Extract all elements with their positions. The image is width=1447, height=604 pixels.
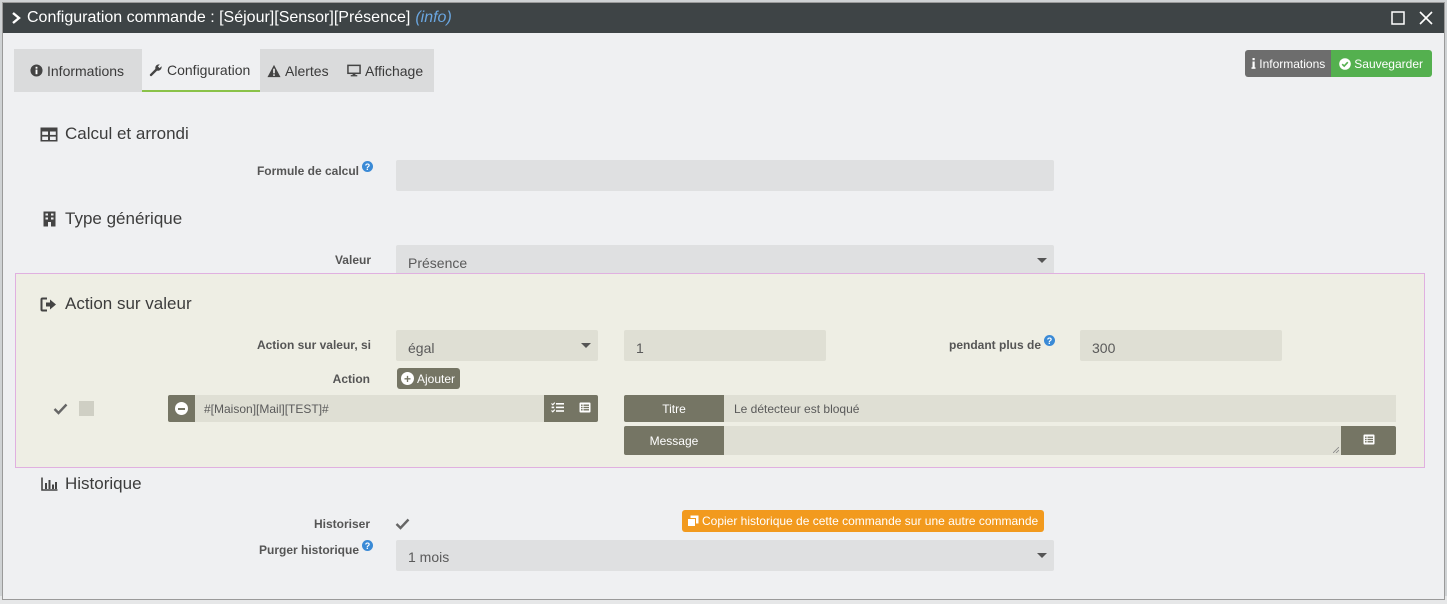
formula-label-wrap: Formule de calcul? bbox=[213, 161, 373, 178]
section-generic-type: Type générique bbox=[40, 209, 182, 229]
historiser-checkbox[interactable] bbox=[395, 516, 410, 531]
message-addon: Message bbox=[624, 426, 724, 455]
section-title: Action sur valeur bbox=[65, 294, 192, 313]
purge-label-wrap: Purger historique? bbox=[213, 540, 373, 557]
section-action: Action sur valeur bbox=[40, 294, 192, 314]
copy-history-label: Copier historique de cette commande sur … bbox=[702, 514, 1039, 528]
section-title: Historique bbox=[65, 474, 142, 493]
action-command-group: #[Maison][Mail][TEST]# bbox=[168, 395, 598, 422]
operator-selected: égal bbox=[408, 339, 435, 356]
duration-input[interactable]: 300 bbox=[1080, 330, 1282, 361]
tab-label: Informations bbox=[47, 62, 125, 79]
help-icon[interactable]: ? bbox=[362, 161, 373, 172]
add-action-button[interactable]: + Ajouter bbox=[397, 368, 461, 389]
select-command-button[interactable] bbox=[571, 395, 598, 422]
list-alt-icon bbox=[579, 400, 591, 418]
warning-icon bbox=[267, 64, 281, 78]
tab-informations[interactable]: Informations bbox=[14, 49, 142, 92]
wrench-icon bbox=[149, 63, 163, 77]
purge-label: Purger historique bbox=[258, 543, 359, 557]
save-button-label: Sauvegarder bbox=[1354, 56, 1423, 71]
chevron-right-icon[interactable] bbox=[9, 11, 23, 25]
tasks-icon bbox=[551, 400, 564, 418]
check-circle-icon bbox=[1339, 57, 1352, 70]
titre-input[interactable]: Le détecteur est bloqué bbox=[724, 395, 1396, 422]
message-textarea[interactable] bbox=[724, 426, 1341, 455]
section-title: Calcul et arrondi bbox=[65, 124, 189, 143]
copy-history-button[interactable]: Copier historique de cette commande sur … bbox=[682, 510, 1045, 532]
action-enabled-checkbox[interactable] bbox=[53, 401, 68, 416]
action-parallel-checkbox[interactable] bbox=[79, 401, 94, 416]
condition-label: Action sur valeur, si bbox=[256, 338, 371, 352]
select-action-button[interactable] bbox=[544, 395, 571, 422]
close-icon[interactable] bbox=[1418, 10, 1434, 26]
generic-type-select[interactable]: Présence bbox=[396, 245, 1054, 276]
tab-affichage[interactable]: Affichage bbox=[340, 49, 434, 92]
generic-type-selected: Présence bbox=[408, 254, 468, 271]
add-action-label: Ajouter bbox=[417, 371, 456, 386]
copy-icon bbox=[687, 515, 699, 527]
desktop-icon bbox=[347, 64, 361, 78]
operator-select[interactable]: égal bbox=[396, 330, 598, 361]
bar-chart-icon bbox=[40, 476, 58, 492]
save-button[interactable]: Sauvegarder bbox=[1331, 50, 1432, 77]
help-icon[interactable]: ? bbox=[1044, 335, 1055, 346]
section-calcul: Calcul et arrondi bbox=[40, 124, 189, 144]
dialog-title-type: (info) bbox=[415, 9, 452, 26]
value-label: Valeur bbox=[334, 253, 371, 267]
dialog-titlebar: Configuration commande : [Séjour][Sensor… bbox=[3, 3, 1444, 33]
tab-label: Configuration bbox=[167, 61, 251, 78]
top-action-buttons: Informations Sauvegarder bbox=[1245, 50, 1432, 77]
section-title: Type générique bbox=[65, 209, 183, 228]
resize-handle-icon bbox=[1333, 447, 1339, 453]
formula-label: Formule de calcul bbox=[256, 164, 359, 178]
informations-button[interactable]: Informations bbox=[1245, 50, 1332, 77]
info-circle-icon bbox=[29, 64, 43, 78]
sign-out-icon bbox=[40, 296, 58, 312]
tab-bar: Informations Configuration Alertes Affic… bbox=[14, 49, 434, 92]
action-command-input[interactable]: #[Maison][Mail][TEST]# bbox=[195, 395, 544, 422]
help-icon[interactable]: ? bbox=[362, 540, 373, 551]
caret-down-icon bbox=[581, 342, 591, 348]
info-icon bbox=[1251, 58, 1256, 69]
maximize-icon[interactable] bbox=[1390, 10, 1406, 26]
action-label: Action bbox=[332, 372, 370, 386]
duration-value: 300 bbox=[1092, 339, 1116, 356]
condition-value-input[interactable]: 1 bbox=[624, 330, 826, 361]
purge-select[interactable]: 1 mois bbox=[396, 540, 1054, 571]
tab-alertes[interactable]: Alertes bbox=[260, 49, 340, 92]
message-list-button[interactable] bbox=[1341, 426, 1396, 455]
historiser-label: Historiser bbox=[313, 517, 370, 531]
caret-down-icon bbox=[1037, 257, 1047, 263]
list-alt-icon bbox=[1363, 434, 1375, 448]
titre-addon: Titre bbox=[624, 395, 724, 422]
purge-selected: 1 mois bbox=[408, 548, 450, 565]
minus-circle-icon bbox=[175, 402, 188, 415]
section-history: Historique bbox=[40, 474, 142, 494]
table-icon bbox=[40, 126, 58, 142]
command-config-dialog: Configuration commande : [Séjour][Sensor… bbox=[2, 2, 1445, 600]
formula-input[interactable] bbox=[396, 160, 1054, 191]
duration-label-wrap: pendant plus de? bbox=[883, 335, 1055, 352]
tab-configuration[interactable]: Configuration bbox=[142, 49, 260, 92]
building-icon bbox=[40, 211, 58, 227]
plus-circle-icon: + bbox=[401, 372, 414, 385]
tab-label: Alertes bbox=[285, 62, 329, 79]
dialog-title: Configuration commande : [Séjour][Sensor… bbox=[27, 9, 411, 26]
caret-down-icon bbox=[1037, 552, 1047, 558]
condition-value: 1 bbox=[636, 339, 644, 356]
remove-action-button[interactable] bbox=[168, 395, 195, 422]
duration-label: pendant plus de bbox=[948, 338, 1041, 352]
informations-button-label: Informations bbox=[1259, 56, 1326, 71]
tab-label: Affichage bbox=[365, 62, 424, 79]
